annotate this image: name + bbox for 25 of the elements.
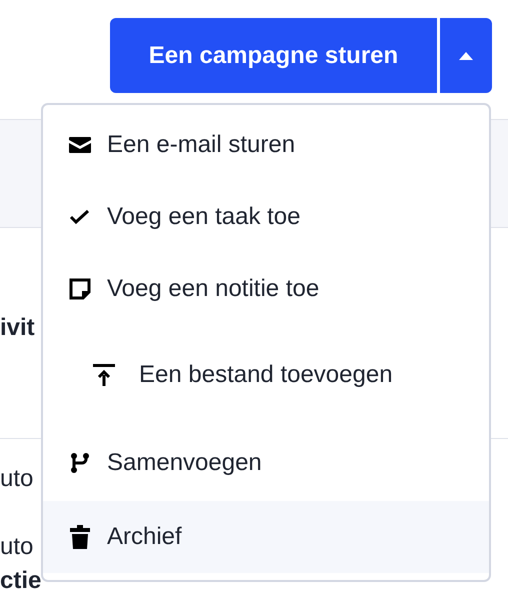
branch-icon — [70, 452, 90, 474]
menu-item[interactable]: Een bestand toevoegen — [43, 325, 489, 425]
row-text: uto — [0, 465, 34, 493]
note-icon — [69, 278, 91, 300]
menu-item-label: Voeg een notitie toe — [107, 275, 320, 303]
menu-item-label: Een bestand toevoegen — [139, 361, 393, 389]
menu-item[interactable]: Archief — [43, 501, 489, 573]
menu-item[interactable]: Voeg een taak toe — [43, 181, 489, 253]
menu-item-label: Archief — [107, 523, 182, 551]
check-icon — [69, 209, 91, 225]
menu-item-label: Voeg een taak toe — [107, 203, 300, 231]
row-text: uto — [0, 533, 34, 561]
trash-icon — [70, 525, 90, 549]
envelope-icon — [69, 137, 91, 153]
caret-up-icon — [459, 52, 473, 60]
dropdown-toggle-button[interactable] — [440, 18, 492, 93]
menu-item-label: Een e-mail sturen — [107, 131, 296, 159]
send-campaign-button[interactable]: Een campagne sturen — [110, 18, 437, 93]
menu-item[interactable]: Voeg een notitie toe — [43, 253, 489, 325]
section-heading: ctie — [0, 567, 42, 590]
menu-item[interactable]: Een e-mail sturen — [43, 109, 489, 181]
menu-item-label: Samenvoegen — [107, 449, 262, 477]
section-heading: ivit — [0, 314, 35, 342]
menu-item[interactable]: Samenvoegen — [43, 425, 489, 501]
upload-icon — [93, 364, 115, 386]
